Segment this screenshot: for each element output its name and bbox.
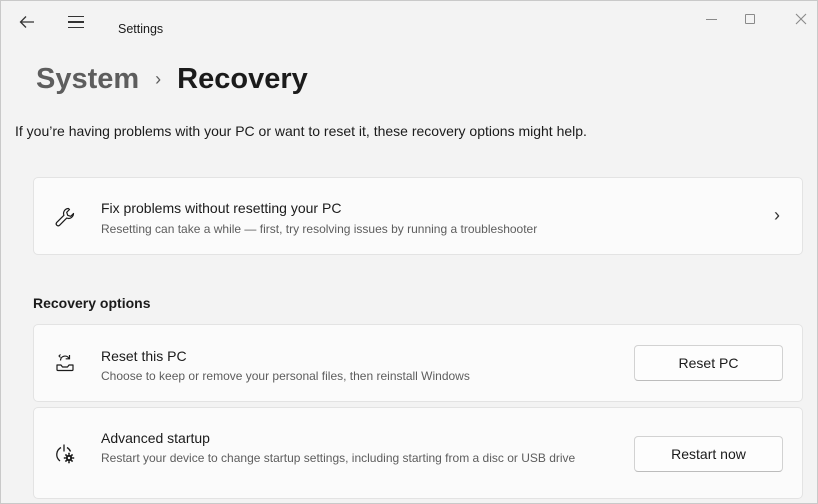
- breadcrumb-parent[interactable]: System: [36, 63, 139, 96]
- title-bar: Settings: [1, 1, 817, 41]
- maximize-icon: [745, 14, 755, 24]
- settings-window: Settings System › Recovery If you’re hav…: [0, 0, 818, 504]
- hamburger-menu-icon[interactable]: [63, 11, 89, 33]
- advanced-startup-card: Advanced startup Restart your device to …: [33, 407, 803, 499]
- advanced-startup-description: Restart your device to change startup se…: [101, 451, 576, 465]
- intro-text: If you’re having problems with your PC o…: [15, 123, 587, 139]
- fix-problems-title: Fix problems without resetting your PC: [101, 200, 342, 216]
- reset-pc-button[interactable]: Reset PC: [634, 345, 783, 381]
- breadcrumb: System › Recovery: [36, 59, 308, 99]
- breadcrumb-separator-icon: ›: [155, 68, 162, 89]
- app-title: Settings: [118, 22, 164, 36]
- restart-now-button[interactable]: Restart now: [634, 436, 783, 472]
- chevron-right-icon: ›: [774, 205, 780, 225]
- reset-pc-card: Reset this PC Choose to keep or remove y…: [33, 324, 803, 402]
- back-arrow-icon[interactable]: [15, 11, 39, 33]
- fix-problems-card[interactable]: Fix problems without resetting your PC R…: [33, 177, 803, 255]
- advanced-startup-icon: [50, 439, 80, 469]
- reset-pc-title: Reset this PC: [101, 348, 187, 364]
- close-icon: [795, 13, 807, 25]
- recovery-options-heading: Recovery options: [33, 295, 151, 311]
- fix-problems-description: Resetting can take a while — first, try …: [101, 222, 538, 236]
- page-title: Recovery: [177, 62, 308, 95]
- reset-pc-description: Choose to keep or remove your personal f…: [101, 369, 470, 383]
- minimize-button[interactable]: [699, 9, 723, 29]
- minimize-icon: [705, 18, 717, 20]
- advanced-startup-title: Advanced startup: [101, 430, 210, 446]
- close-button[interactable]: [789, 9, 813, 29]
- reset-pc-icon: [50, 347, 80, 377]
- maximize-button[interactable]: [738, 9, 762, 29]
- wrench-icon: [50, 202, 80, 232]
